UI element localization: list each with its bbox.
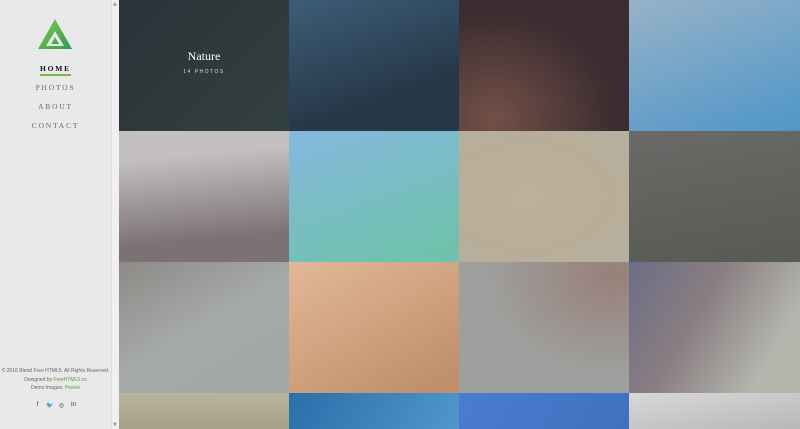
nav-item-contact[interactable]: CONTACT (0, 120, 111, 139)
nav-item-photos-label: PHOTOS (35, 83, 76, 92)
album-tile[interactable] (119, 262, 289, 393)
album-tile[interactable] (459, 393, 629, 429)
album-tile[interactable] (289, 0, 459, 131)
scroll-down-icon[interactable]: ▼ (113, 422, 117, 428)
photo-grid: Nature 14 PHOTOS (119, 0, 800, 429)
album-tile[interactable] (289, 131, 459, 262)
footer: © 2016 Blend Free HTML5. All Rights Rese… (0, 367, 111, 393)
sidebar: HOME PHOTOS ABOUT CONTACT © 2016 Blend F… (0, 0, 111, 429)
album-tile[interactable] (289, 262, 459, 393)
nav-item-home-label: HOME (40, 64, 71, 76)
nav-item-about-label: ABOUT (38, 102, 73, 111)
designed-by-link[interactable]: FreeHTML5.co (53, 377, 86, 383)
social-links: f 🐦 ◎ in (0, 402, 111, 409)
album-tile[interactable] (119, 393, 289, 429)
facebook-icon[interactable]: f (34, 402, 41, 409)
album-tile[interactable] (459, 0, 629, 131)
linkedin-icon[interactable]: in (70, 402, 77, 409)
nav-item-home[interactable]: HOME (0, 63, 111, 82)
album-tile[interactable] (459, 262, 629, 393)
album-tile[interactable] (629, 0, 800, 131)
main-nav: HOME PHOTOS ABOUT CONTACT (0, 63, 111, 139)
demo-images-prefix: Demo Images: (31, 385, 64, 391)
album-title: Nature (187, 49, 221, 63)
album-tile[interactable] (629, 131, 800, 262)
album-tile[interactable] (119, 131, 289, 262)
designed-by-line: Designed by FreeHTML5.co (0, 376, 111, 385)
album-tile-nature[interactable]: Nature 14 PHOTOS (119, 0, 289, 131)
scroll-up-icon[interactable]: ▲ (113, 1, 117, 7)
demo-images-link[interactable]: Pexels (65, 385, 80, 391)
nav-item-contact-label: CONTACT (31, 121, 80, 130)
demo-images-line: Demo Images: Pexels (0, 384, 111, 393)
album-tile[interactable] (629, 262, 800, 393)
instagram-icon[interactable]: ◎ (58, 402, 65, 409)
triangle-logo-icon[interactable] (37, 18, 73, 50)
nav-item-photos[interactable]: PHOTOS (0, 82, 111, 101)
album-tile[interactable] (289, 393, 459, 429)
designed-by-prefix: Designed by (24, 376, 53, 383)
album-tile[interactable] (629, 393, 800, 429)
twitter-icon[interactable]: 🐦 (46, 402, 53, 409)
album-tile[interactable] (459, 131, 629, 262)
album-count: 14 PHOTOS (183, 69, 225, 75)
nav-item-about[interactable]: ABOUT (0, 101, 111, 120)
copyright-text: © 2016 Blend Free HTML5. All Rights Rese… (1, 368, 110, 374)
album-caption: Nature 14 PHOTOS (119, 49, 289, 75)
